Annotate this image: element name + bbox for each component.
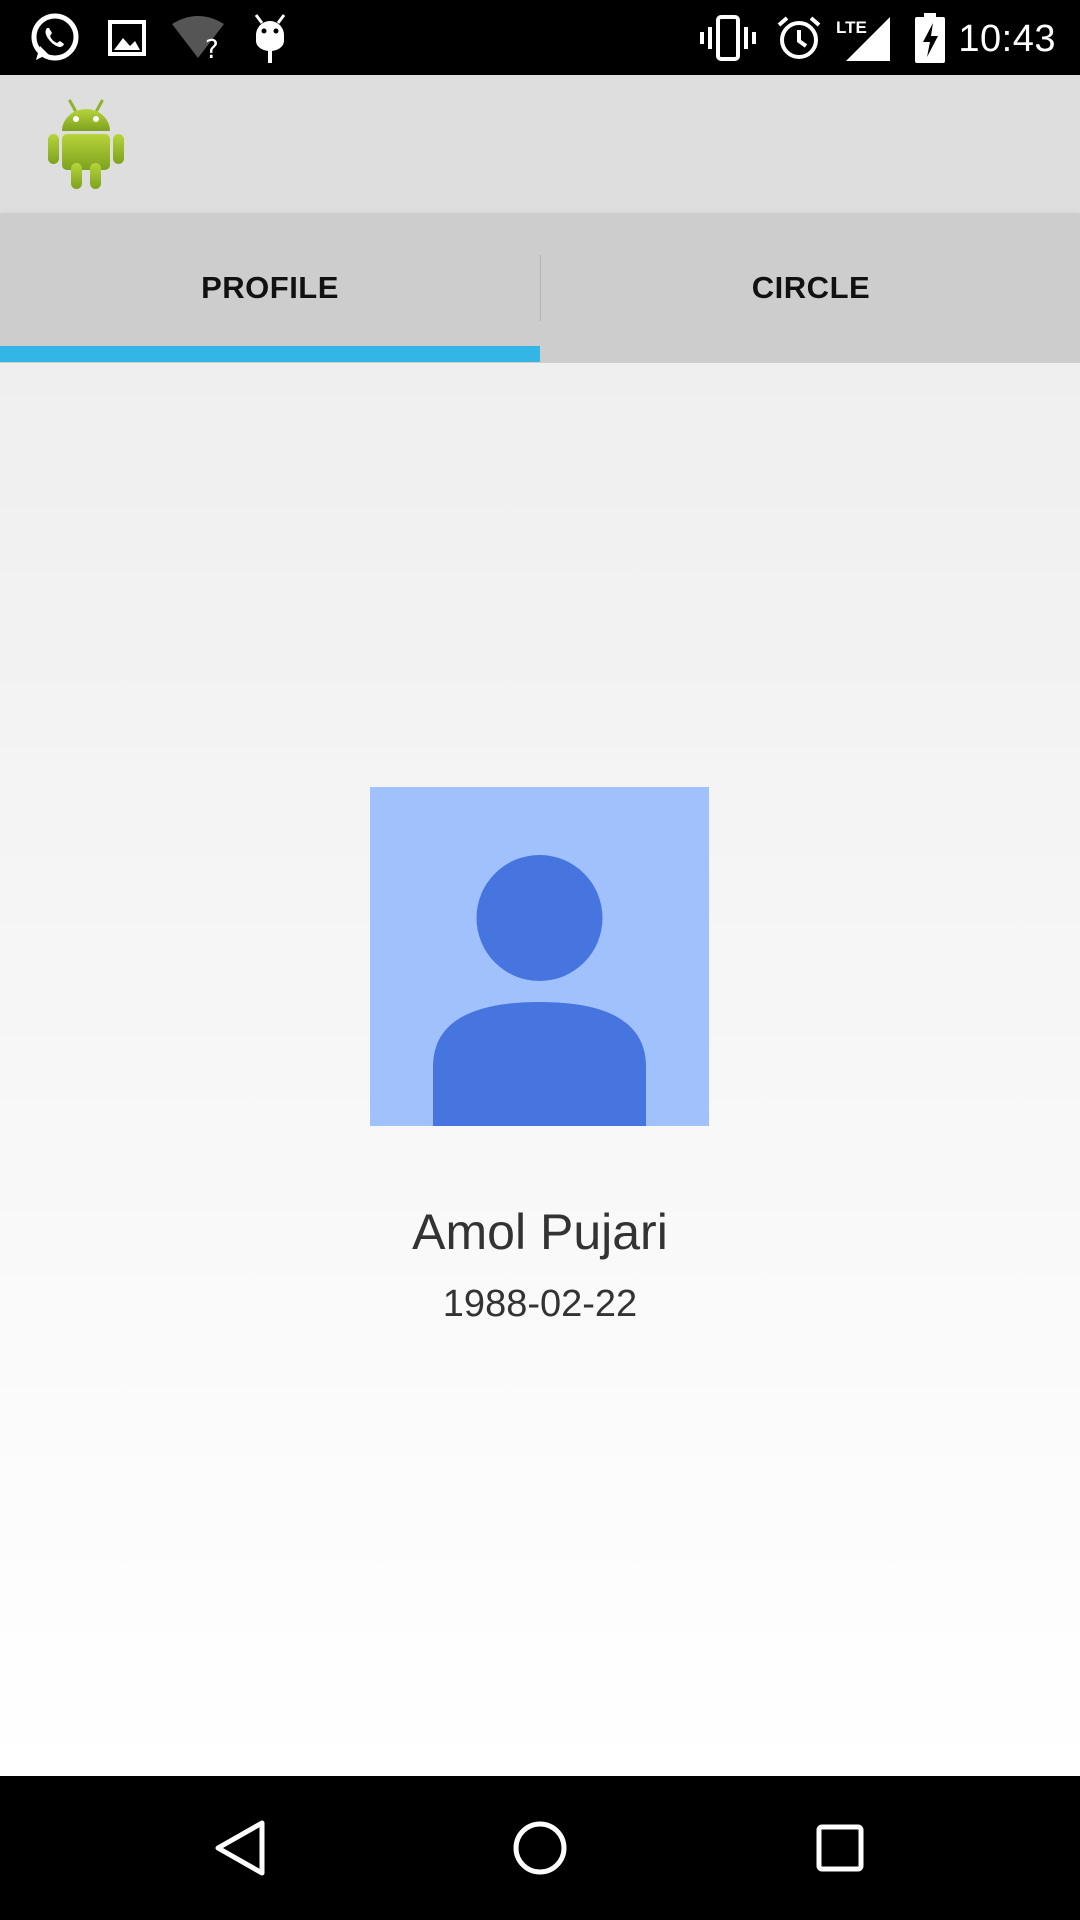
navigation-bar	[0, 1776, 1080, 1920]
tab-profile[interactable]: PROFILE	[0, 213, 540, 363]
vibrate-icon	[700, 10, 756, 66]
status-bar: ? LTE 10:43	[0, 0, 1080, 75]
tab-circle[interactable]: CIRCLE	[541, 213, 1080, 363]
svg-text:LTE: LTE	[836, 18, 867, 37]
bug-icon	[250, 10, 290, 66]
svg-text:?: ?	[205, 35, 219, 60]
action-bar	[0, 75, 1080, 213]
alarm-icon	[774, 10, 824, 66]
back-icon[interactable]	[190, 1798, 290, 1898]
profile-name: Amol Pujari	[412, 1204, 668, 1260]
recents-icon[interactable]	[790, 1798, 890, 1898]
home-icon[interactable]	[490, 1798, 590, 1898]
android-logo-icon[interactable]	[44, 97, 128, 191]
profile-content: Amol Pujari 1988-02-22	[0, 363, 1080, 1776]
whatsapp-icon	[26, 10, 82, 66]
battery-charging-icon	[914, 10, 946, 66]
tab-bar: PROFILE CIRCLE	[0, 213, 1080, 363]
lte-signal-icon: LTE	[836, 10, 892, 66]
gallery-icon	[104, 10, 150, 66]
wifi-unknown-icon: ?	[170, 10, 226, 66]
status-time: 10:43	[958, 18, 1056, 60]
profile-dob: 1988-02-22	[442, 1283, 638, 1325]
tab-selected-indicator	[0, 346, 540, 362]
person-placeholder-icon[interactable]	[370, 787, 709, 1126]
